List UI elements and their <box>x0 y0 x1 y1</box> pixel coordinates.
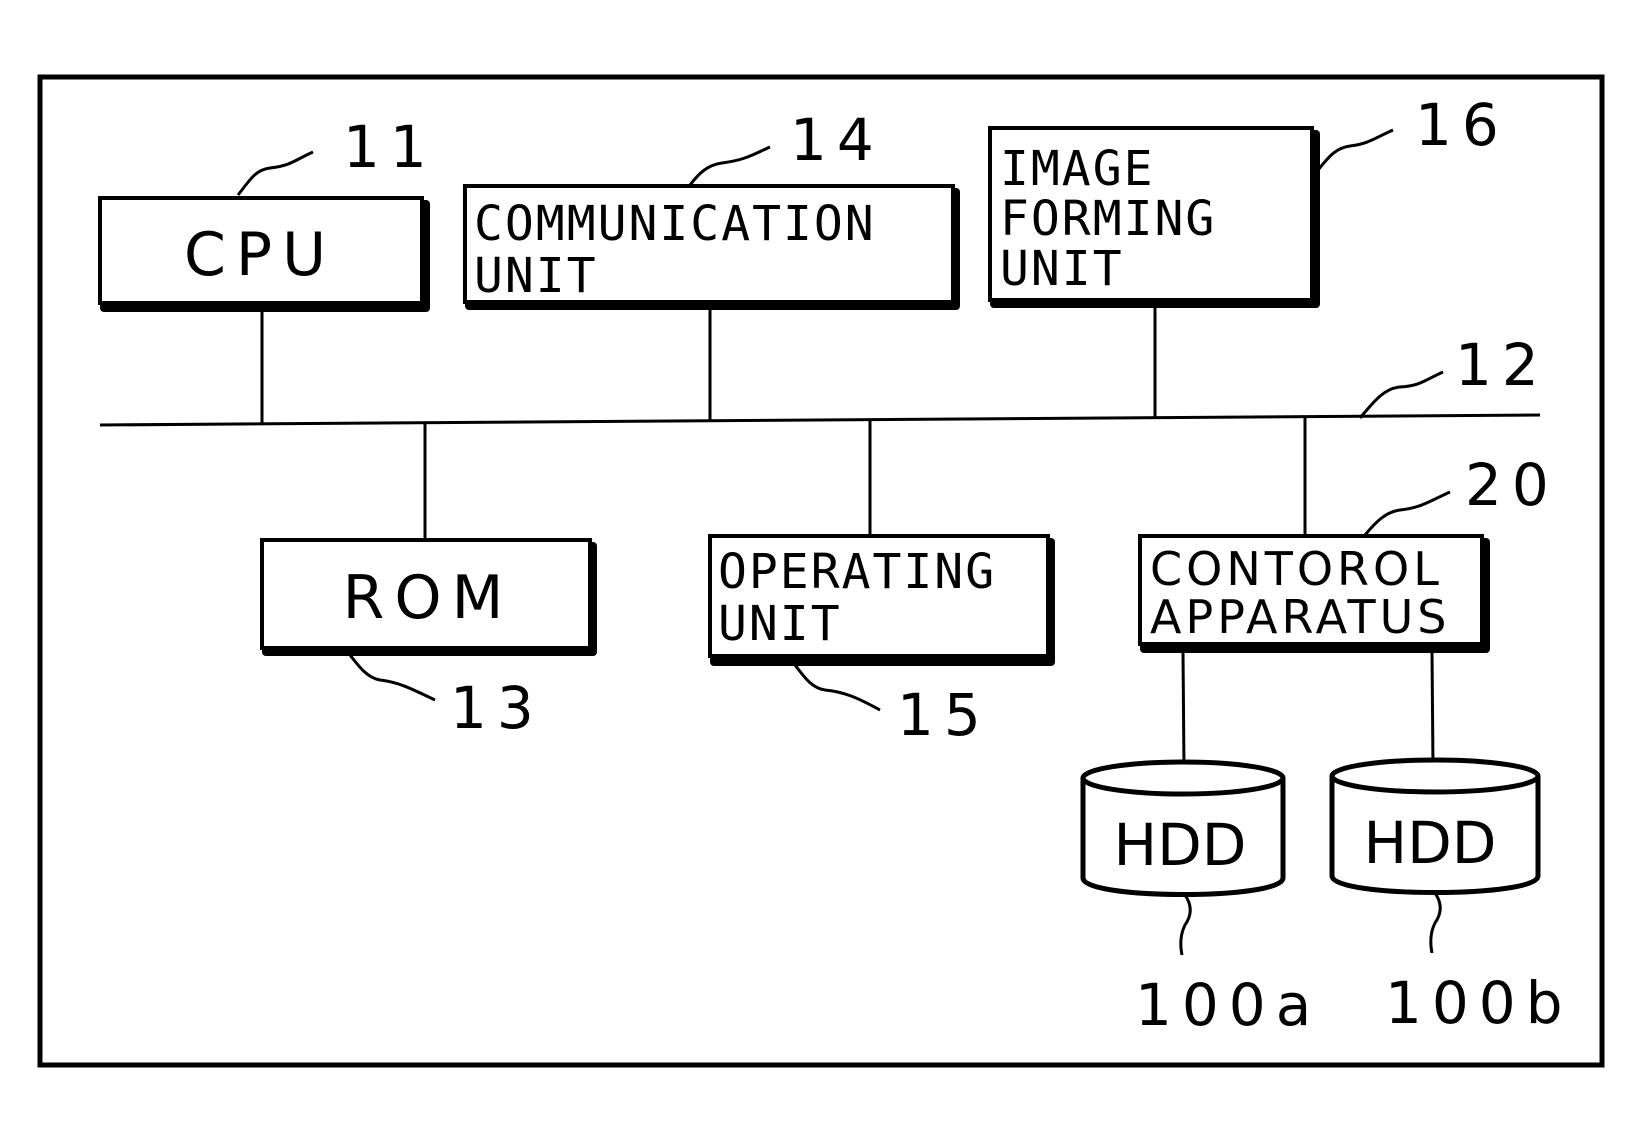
operating-leader <box>793 664 881 712</box>
rom-label: ROM <box>343 563 514 633</box>
bus-line <box>99 413 1541 427</box>
hdd-b-label: HDD <box>1364 809 1497 877</box>
communication-label-line2: UNIT <box>474 248 598 304</box>
communication-unit-block[interactable]: COMMUNICATION UNIT <box>463 184 960 310</box>
control-label-line2: APPARATUS <box>1150 590 1450 644</box>
control-leader <box>1363 490 1451 536</box>
bus-leader <box>1358 370 1444 419</box>
cpu-leader <box>236 150 314 196</box>
image-forming-label-line1: IMAGE <box>1000 141 1155 197</box>
image-forming-label-line3: UNIT <box>1000 241 1124 297</box>
hdd-a-label: HDD <box>1114 811 1247 879</box>
hdd-b-wire <box>1430 651 1435 767</box>
operating-label-line2: UNIT <box>718 596 842 652</box>
control-apparatus-block[interactable]: CONTOROL APPARATUS <box>1138 534 1490 653</box>
control-ref: 20 <box>1465 451 1559 519</box>
cpu-ref: 11 <box>343 113 437 181</box>
cpu-block[interactable]: CPU <box>98 196 430 312</box>
operating-label-line1: OPERATING <box>718 544 996 600</box>
control-label-line1: CONTOROL <box>1150 542 1443 596</box>
rom-block[interactable]: ROM <box>260 538 597 656</box>
image-forming-unit-block[interactable]: IMAGE FORMING UNIT <box>988 126 1320 308</box>
operating-unit-block[interactable]: OPERATING UNIT <box>708 534 1055 666</box>
communication-leader <box>688 145 771 186</box>
hdd-a-leader <box>1179 894 1192 956</box>
hdd-b-cylinder[interactable]: HDD <box>1329 757 1541 895</box>
communication-ref: 14 <box>790 106 884 174</box>
hdd-b-ref: 100b <box>1385 969 1573 1037</box>
cpu-label: CPU <box>184 220 336 290</box>
image-forming-label-line2: FORMING <box>1000 191 1216 247</box>
image-forming-leader <box>1316 128 1394 171</box>
operating-ref: 15 <box>897 681 991 749</box>
communication-label-line1: COMMUNICATION <box>474 196 876 252</box>
bus-ref: 12 <box>1455 331 1549 399</box>
rom-leader <box>348 654 436 702</box>
rom-ref: 13 <box>450 674 544 742</box>
hdd-a-wire <box>1181 651 1186 769</box>
block-diagram: 12 CPU 11 COMMUNICATION UNIT 14 IMAGE FO… <box>37 74 1605 1068</box>
image-forming-ref: 16 <box>1415 91 1509 159</box>
hdd-a-ref: 100a <box>1135 971 1321 1039</box>
hdd-a-cylinder[interactable]: HDD <box>1080 759 1286 897</box>
hdd-b-leader <box>1429 892 1442 954</box>
